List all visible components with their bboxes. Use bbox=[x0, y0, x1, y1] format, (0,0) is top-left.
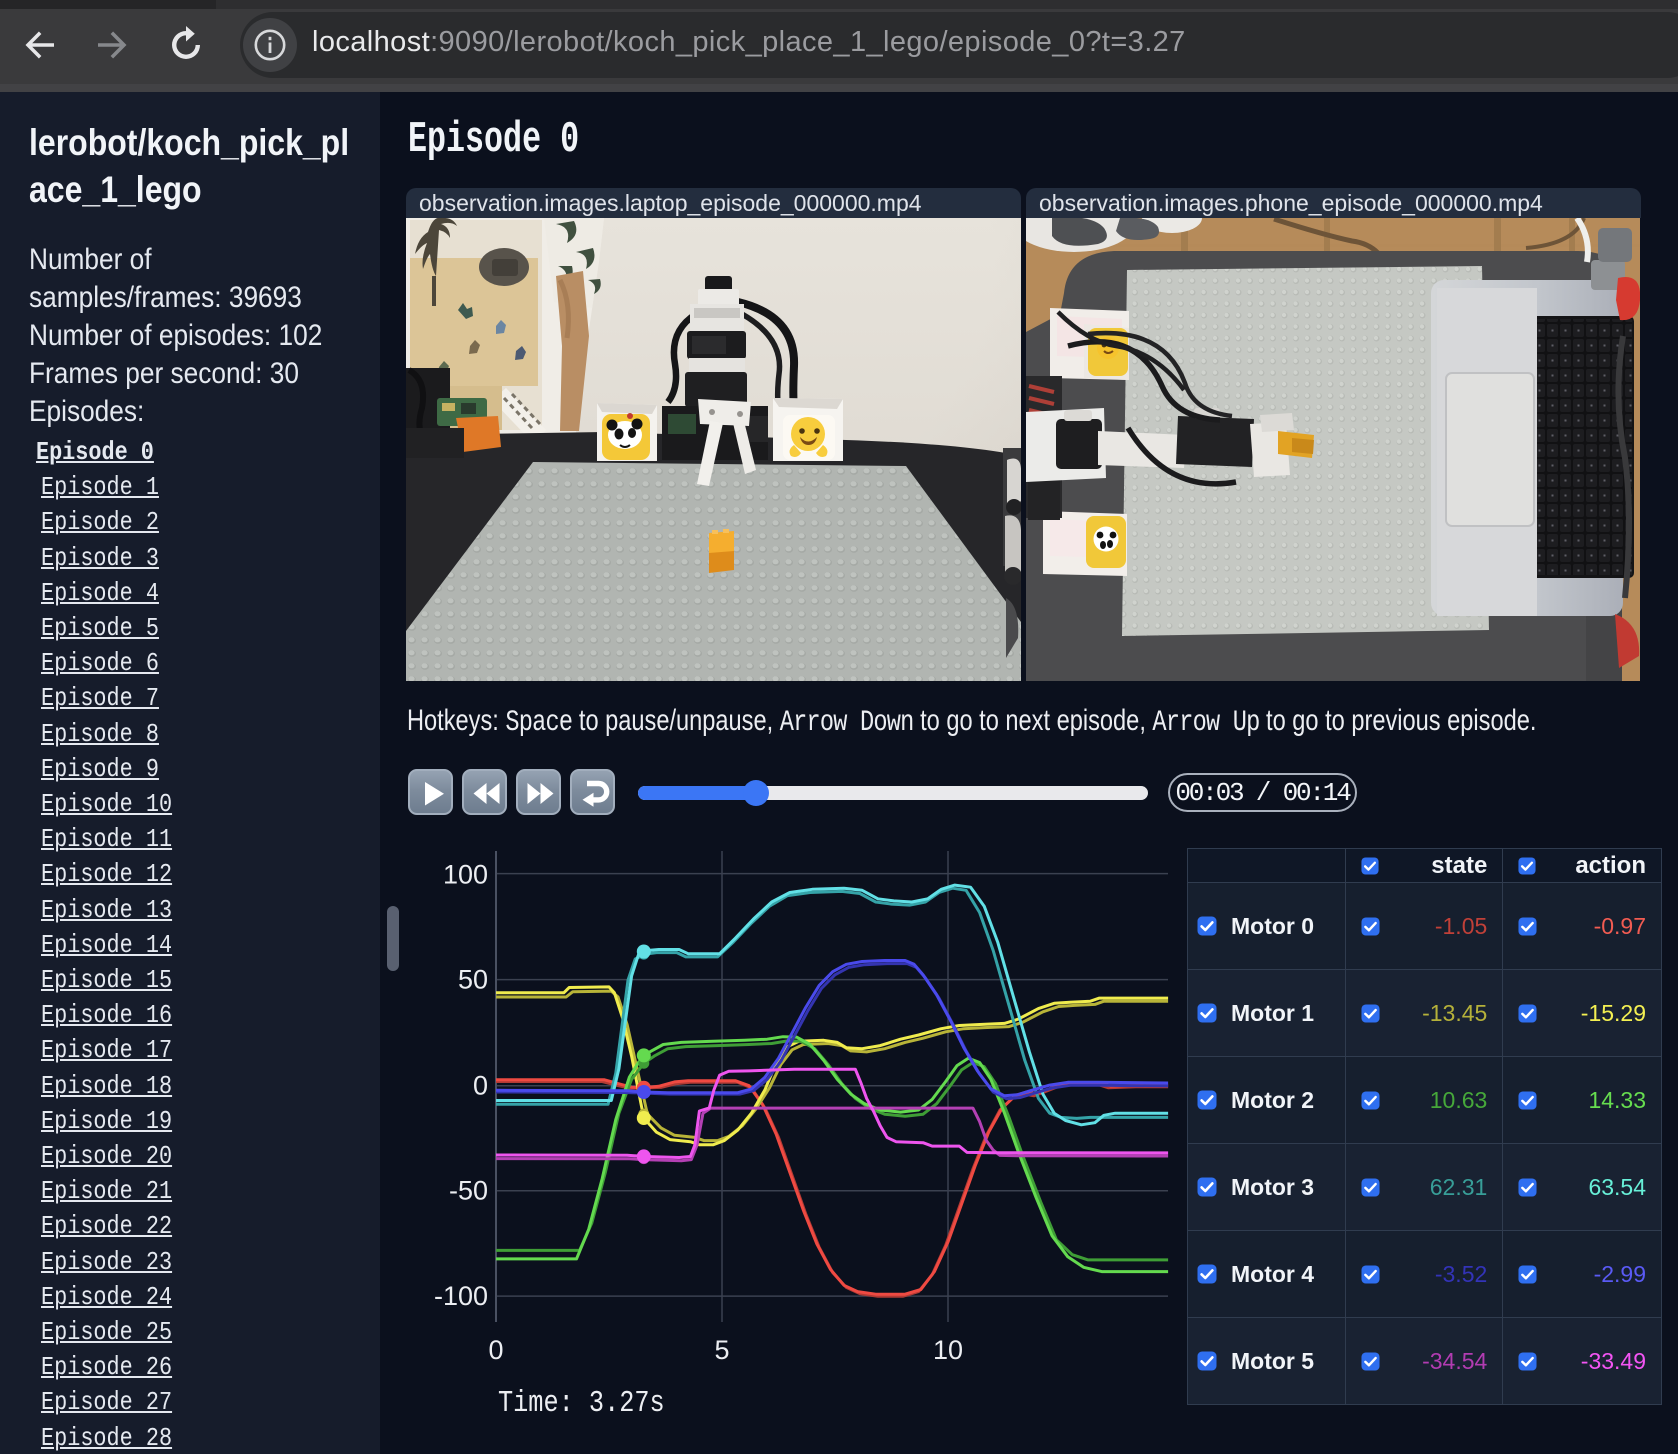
svg-text:Time: 3.27s: Time: 3.27s bbox=[498, 1386, 665, 1421]
svg-text:5: 5 bbox=[714, 1335, 729, 1365]
svg-text:50: 50 bbox=[458, 965, 488, 995]
svg-text:-50: -50 bbox=[449, 1176, 488, 1206]
svg-text:10: 10 bbox=[933, 1335, 963, 1365]
svg-text:0: 0 bbox=[488, 1335, 503, 1365]
svg-text:-100: -100 bbox=[434, 1281, 488, 1311]
svg-text:0: 0 bbox=[473, 1071, 488, 1101]
svg-text:100: 100 bbox=[443, 860, 488, 890]
